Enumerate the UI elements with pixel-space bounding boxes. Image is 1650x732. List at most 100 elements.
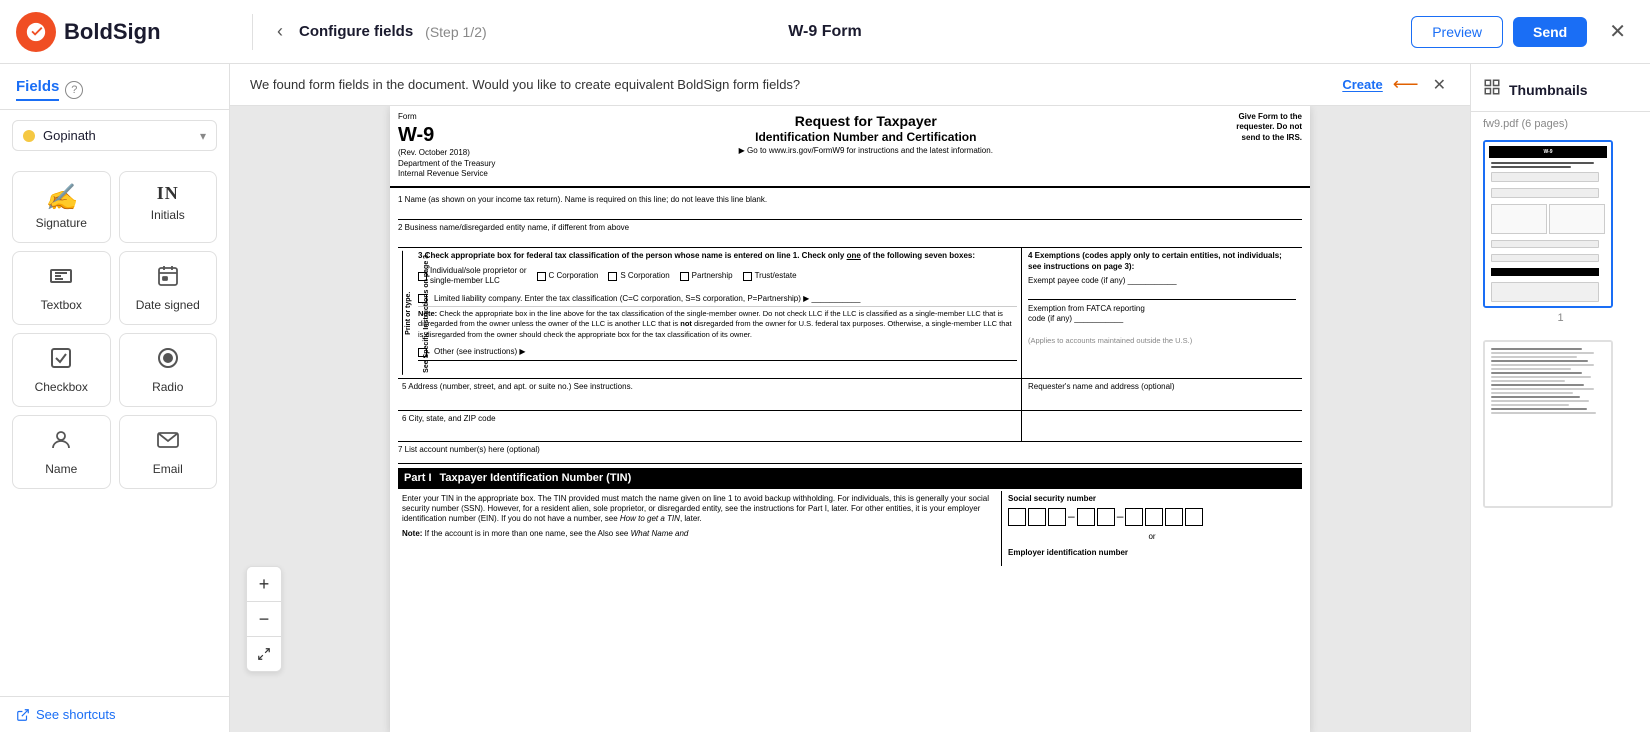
w9-title-sub: Identification Number and Certification [503, 130, 1228, 146]
w9-form: Form W-9 (Rev. October 2018) Department … [390, 106, 1310, 570]
chevron-down-icon: ▾ [200, 129, 206, 143]
create-link[interactable]: Create [1342, 77, 1382, 92]
field-item-initials[interactable]: IN Initials [119, 171, 218, 243]
w9-other-row: Other (see instructions) ▶ [418, 344, 1017, 360]
send-button[interactable]: Send [1513, 17, 1587, 47]
w9-check-partnership: Partnership [680, 271, 733, 281]
ssn-box-1 [1008, 508, 1026, 526]
thumb-lines-2 [1489, 346, 1607, 416]
step-label: (Step 1/2) [425, 24, 486, 40]
initials-icon: IN [157, 184, 179, 202]
field-label-email: Email [153, 462, 183, 476]
w9-form-label: Form [398, 112, 495, 122]
help-icon[interactable]: ? [65, 81, 83, 99]
w9-right-note: Give Form to therequester. Do notsend to… [1236, 112, 1302, 143]
thumb-content-2 [1485, 342, 1611, 506]
w9-field-2-label: 2 Business name/disregarded entity name,… [398, 223, 1302, 233]
ssn-box-4 [1077, 508, 1095, 526]
date-signed-icon [156, 264, 180, 292]
field-item-email[interactable]: Email [119, 415, 218, 489]
name-icon [49, 428, 73, 456]
thumbnail-page-1[interactable]: W-9 [1471, 134, 1650, 334]
field-label-textbox: Textbox [41, 298, 82, 312]
w9-field-1-label: 1 Name (as shown on your income tax retu… [398, 195, 1302, 205]
doc-viewer[interactable]: Form W-9 (Rev. October 2018) Department … [230, 106, 1470, 732]
w9-title-center: Request for Taxpayer Identification Numb… [503, 112, 1228, 156]
fullscreen-button[interactable] [247, 637, 281, 671]
panel-icon [1483, 78, 1501, 101]
zoom-in-button[interactable]: + [247, 567, 281, 601]
thumbnail-page-2[interactable] [1471, 334, 1650, 512]
ssn-box-6 [1125, 508, 1143, 526]
ssn-box-9 [1185, 508, 1203, 526]
sidebar-footer: See shortcuts [0, 696, 229, 732]
zoom-out-button[interactable]: − [247, 602, 281, 636]
w9-field-1: 1 Name (as shown on your income tax retu… [398, 192, 1302, 220]
field-item-name[interactable]: Name [12, 415, 111, 489]
topbar-divider [252, 14, 253, 50]
w9-address-field: 5 Address (number, street, and apt. or s… [398, 379, 1022, 409]
ssn-box-7 [1145, 508, 1163, 526]
notification-close-button[interactable]: ✕ [1429, 75, 1450, 95]
arrow-icon: ⟵ [1393, 74, 1419, 95]
email-icon [156, 428, 180, 456]
w9-checkbox-ccorp [537, 272, 546, 281]
w9-address-row: 5 Address (number, street, and apt. or s… [398, 379, 1302, 410]
field-item-radio[interactable]: Radio [119, 333, 218, 407]
close-button[interactable]: ✕ [1601, 15, 1634, 48]
textbox-icon [49, 264, 73, 292]
field-item-signature[interactable]: ✍ Signature [12, 171, 111, 243]
w9-tin-left: Enter your TIN in the appropriate box. T… [398, 491, 1002, 566]
field-item-date-signed[interactable]: Date signed [119, 251, 218, 325]
w9-section3-right: 4 Exemptions (codes apply only to certai… [1022, 248, 1302, 378]
back-button[interactable]: ‹ [269, 17, 291, 46]
w9-inner-grid: Print or type.See Specific Instructions … [402, 251, 1017, 375]
w9-check-other: Other (see instructions) ▶ [418, 347, 1017, 357]
signer-selector[interactable]: Gopinath ▾ [12, 120, 217, 151]
field-label-date-signed: Date signed [136, 298, 200, 312]
doc-area: We found form fields in the document. Wo… [230, 64, 1470, 732]
w9-city-row: 6 City, state, and ZIP code [398, 411, 1302, 442]
logo-icon [16, 12, 56, 52]
shortcuts-label: See shortcuts [36, 707, 116, 722]
field-item-checkbox[interactable]: Checkbox [12, 333, 111, 407]
w9-check-scorp: S Corporation [608, 271, 669, 281]
configure-label: Configure fields [299, 23, 413, 40]
signature-icon: ✍ [45, 184, 77, 210]
fields-tab-label[interactable]: Fields [16, 78, 59, 101]
field-label-name: Name [45, 462, 77, 476]
w9-checkbox-trust [743, 272, 752, 281]
thumbnails-filename: fw9.pdf (6 pages) [1471, 112, 1650, 134]
w9-checkboxes-row1: Individual/sole proprietor orsingle-memb… [418, 266, 1017, 287]
fields-grid: ✍ Signature IN Initials Textbox Date si [0, 161, 229, 499]
w9-checkbox-partnership [680, 272, 689, 281]
notification-bar: We found form fields in the document. Wo… [230, 64, 1470, 106]
thumbnails-panel: Thumbnails fw9.pdf (6 pages) W-9 [1470, 64, 1650, 732]
signer-name: Gopinath [43, 128, 192, 143]
w9-dept: Department of the Treasury [398, 159, 495, 169]
w9-account-row: 7 List account number(s) here (optional) [398, 442, 1302, 464]
w9-section3: Print or type.See Specific Instructions … [398, 248, 1302, 379]
field-label-radio: Radio [152, 380, 183, 394]
w9-check-individual: Individual/sole proprietor orsingle-memb… [418, 266, 527, 287]
doc-page: Form W-9 (Rev. October 2018) Department … [390, 106, 1310, 732]
w9-llc-note: Note: Check the appropriate box in the l… [418, 307, 1017, 345]
ssn-box-5 [1097, 508, 1115, 526]
w9-section3-content: 3 Check appropriate box for federal tax … [418, 251, 1017, 360]
preview-button[interactable]: Preview [1411, 16, 1503, 48]
sidebar: Fields ? Gopinath ▾ ✍ Signature IN Initi… [0, 64, 230, 732]
fields-tab: Fields ? [16, 78, 213, 101]
thumbnail-img-1: W-9 [1483, 140, 1613, 308]
field-label-signature: Signature [36, 216, 87, 230]
field-label-checkbox: Checkbox [35, 380, 88, 394]
w9-part1: Part I Taxpayer Identification Number (T… [398, 468, 1302, 488]
field-item-textbox[interactable]: Textbox [12, 251, 111, 325]
w9-city-field: 6 City, state, and ZIP code [398, 411, 1022, 441]
w9-section3-left: Print or type.See Specific Instructions … [398, 248, 1022, 378]
w9-check-ccorp: C Corporation [537, 271, 599, 281]
shortcuts-link[interactable]: See shortcuts [16, 707, 213, 722]
w9-check-llc: Limited liability company. Enter the tax… [418, 294, 1017, 304]
thumb-lines-1 [1489, 160, 1607, 306]
w9-checkbox-scorp [608, 272, 617, 281]
radio-icon [156, 346, 180, 374]
